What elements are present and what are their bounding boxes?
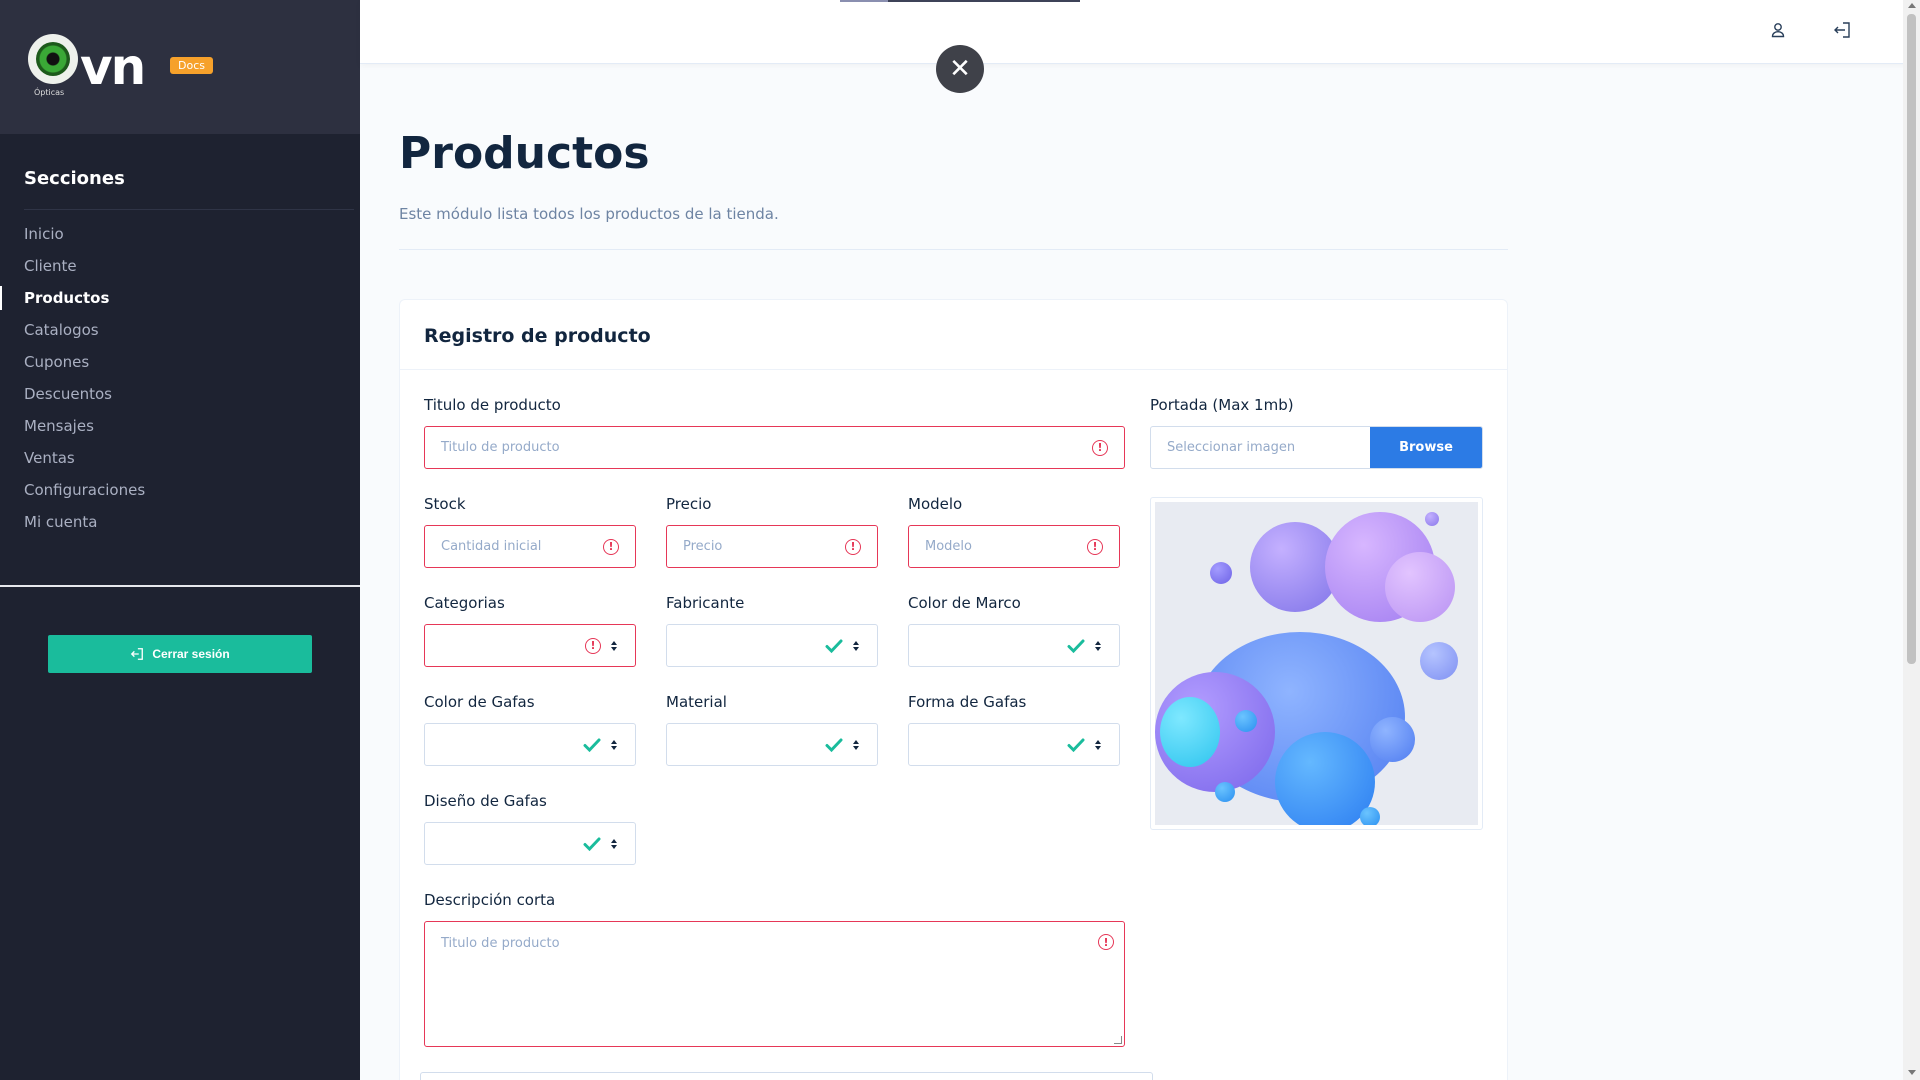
check-icon bbox=[1067, 639, 1085, 653]
forma-gafas-select[interactable] bbox=[908, 723, 1120, 766]
docs-badge[interactable]: Docs bbox=[170, 57, 213, 74]
select-arrows-icon bbox=[1093, 739, 1103, 750]
logout-label: Cerrar sesión bbox=[152, 647, 230, 661]
divider bbox=[399, 249, 1508, 250]
error-icon: ! bbox=[603, 538, 619, 555]
logo[interactable]: vn Ópticas bbox=[28, 34, 153, 102]
titulo-label: Titulo de producto bbox=[424, 396, 561, 414]
sidebar-item-cupones[interactable]: Cupones bbox=[0, 350, 360, 382]
precio-input[interactable]: Precio ! bbox=[666, 525, 878, 568]
titulo-input[interactable]: Titulo de producto ! bbox=[424, 426, 1125, 469]
scrollbar-thumb[interactable] bbox=[1907, 14, 1916, 664]
modelo-placeholder: Modelo bbox=[925, 539, 972, 554]
sidebar-item-inicio[interactable]: Inicio bbox=[0, 222, 360, 254]
modelo-input[interactable]: Modelo ! bbox=[908, 525, 1120, 568]
check-icon bbox=[825, 639, 843, 653]
card-title: Registro de producto bbox=[400, 300, 1507, 370]
error-icon: ! bbox=[1092, 439, 1108, 456]
close-icon[interactable]: ✕ bbox=[936, 45, 984, 93]
color-gafas-label: Color de Gafas bbox=[424, 693, 535, 711]
sidebar: vn Ópticas Docs Secciones Inicio Cliente… bbox=[0, 0, 360, 1080]
file-placeholder: Seleccionar imagen bbox=[1167, 440, 1296, 455]
topbar bbox=[360, 0, 1920, 64]
check-icon bbox=[1067, 738, 1085, 752]
user-icon[interactable] bbox=[1768, 20, 1788, 40]
check-icon bbox=[583, 738, 601, 752]
sidebar-item-mensajes[interactable]: Mensajes bbox=[0, 414, 360, 446]
select-arrows-icon bbox=[609, 739, 619, 750]
fabricante-select[interactable] bbox=[666, 624, 878, 667]
exit-icon[interactable] bbox=[1832, 20, 1852, 40]
sidebar-item-configuraciones[interactable]: Configuraciones bbox=[0, 478, 360, 510]
material-select[interactable] bbox=[666, 723, 878, 766]
precio-placeholder: Precio bbox=[683, 539, 723, 554]
logout-button[interactable]: Cerrar sesión bbox=[48, 635, 312, 673]
sidebar-brand: vn Ópticas Docs bbox=[0, 0, 360, 134]
portada-file-input[interactable]: Seleccionar imagen Browse bbox=[1150, 426, 1483, 469]
sidebar-item-ventas[interactable]: Ventas bbox=[0, 446, 360, 478]
cover-image bbox=[1155, 502, 1478, 825]
error-icon: ! bbox=[845, 538, 861, 555]
portada-label: Portada (Max 1mb) bbox=[1150, 396, 1294, 414]
select-arrows-icon bbox=[851, 739, 861, 750]
sidebar-item-mi-cuenta[interactable]: Mi cuenta bbox=[0, 510, 360, 542]
descripcion-textarea[interactable]: Titulo de producto ! bbox=[424, 921, 1125, 1047]
exit-icon bbox=[131, 648, 144, 660]
sidebar-nav: Inicio Cliente Productos Catalogos Cupon… bbox=[0, 222, 360, 542]
modelo-label: Modelo bbox=[908, 495, 963, 513]
scroll-down-arrow-icon[interactable] bbox=[1908, 1070, 1916, 1075]
check-icon bbox=[583, 837, 601, 851]
stock-label: Stock bbox=[424, 495, 466, 513]
sidebar-item-catalogos[interactable]: Catalogos bbox=[0, 318, 360, 350]
stock-placeholder: Cantidad inicial bbox=[441, 539, 542, 554]
eye-logo-icon bbox=[28, 34, 78, 84]
color-marco-select[interactable] bbox=[908, 624, 1120, 667]
select-arrows-icon bbox=[609, 640, 619, 651]
descripcion-placeholder: Titulo de producto bbox=[441, 936, 560, 951]
divider bbox=[0, 585, 360, 587]
select-arrows-icon bbox=[851, 640, 861, 651]
categorias-label: Categorias bbox=[424, 594, 505, 612]
forma-gafas-label: Forma de Gafas bbox=[908, 693, 1027, 711]
diseno-gafas-label: Diseño de Gafas bbox=[424, 792, 547, 810]
divider bbox=[24, 209, 354, 210]
diseno-gafas-select[interactable] bbox=[424, 822, 636, 865]
scroll-up-arrow-icon[interactable] bbox=[1908, 3, 1916, 8]
browse-button[interactable]: Browse bbox=[1370, 427, 1482, 468]
page-title: Productos bbox=[399, 128, 650, 179]
material-label: Material bbox=[666, 693, 727, 711]
error-icon: ! bbox=[1087, 538, 1103, 555]
categorias-select[interactable]: ! bbox=[424, 624, 636, 667]
next-field-partial[interactable] bbox=[420, 1072, 1153, 1080]
loading-bar bbox=[840, 0, 1080, 2]
error-icon: ! bbox=[585, 637, 601, 654]
sections-title: Secciones bbox=[24, 168, 125, 189]
sidebar-item-productos[interactable]: Productos bbox=[0, 286, 360, 318]
descripcion-label: Descripción corta bbox=[424, 891, 556, 909]
error-icon: ! bbox=[1098, 934, 1114, 950]
page-subtitle: Este módulo lista todos los productos de… bbox=[399, 205, 779, 223]
check-icon bbox=[825, 738, 843, 752]
logo-subtext: Ópticas bbox=[34, 88, 65, 97]
product-form-card: Registro de producto Titulo de producto … bbox=[399, 299, 1508, 1080]
color-marco-label: Color de Marco bbox=[908, 594, 1021, 612]
color-gafas-select[interactable] bbox=[424, 723, 636, 766]
stock-input[interactable]: Cantidad inicial ! bbox=[424, 525, 636, 568]
resize-handle-icon[interactable] bbox=[1114, 1036, 1122, 1044]
titulo-placeholder: Titulo de producto bbox=[441, 440, 560, 455]
scrollbar[interactable] bbox=[1903, 0, 1920, 1080]
sidebar-item-descuentos[interactable]: Descuentos bbox=[0, 382, 360, 414]
logo-text: vn bbox=[80, 38, 146, 96]
fabricante-label: Fabricante bbox=[666, 594, 745, 612]
precio-label: Precio bbox=[666, 495, 712, 513]
cover-image-preview bbox=[1150, 497, 1483, 830]
select-arrows-icon bbox=[609, 838, 619, 849]
sidebar-item-cliente[interactable]: Cliente bbox=[0, 254, 360, 286]
select-arrows-icon bbox=[1093, 640, 1103, 651]
